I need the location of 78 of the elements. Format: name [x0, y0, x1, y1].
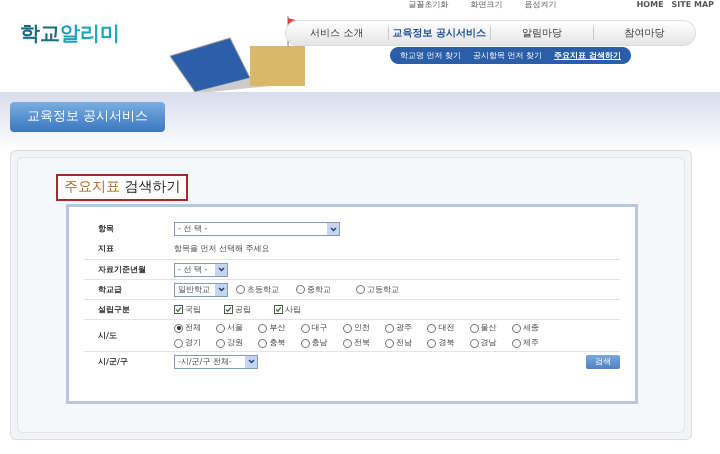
radio-button[interactable] [236, 285, 245, 294]
radio-label: 전체 [185, 322, 201, 334]
top-link[interactable]: SITE MAP [672, 0, 714, 10]
radio-button[interactable] [258, 338, 268, 348]
checkbox[interactable] [274, 305, 283, 314]
checkbox-label: 국립 [185, 304, 201, 316]
field-label: 항목 [97, 223, 115, 235]
radio-button[interactable] [216, 324, 226, 332]
radio-label: 강원 [227, 337, 244, 349]
radio-label: 인천 [354, 322, 370, 334]
field-label: 자료기준년월 [97, 264, 147, 276]
field-label: 지표 [97, 243, 115, 255]
radio-label: 전북 [354, 337, 370, 349]
radio-button[interactable] [216, 338, 226, 348]
radio-label: 울산 [480, 322, 497, 334]
checkbox-label: 공립 [235, 304, 251, 316]
nav-tab[interactable]: 서비스 소개 [286, 26, 388, 40]
field-label: 설립구분 [97, 304, 131, 316]
radio-label: 초등학교 [247, 284, 279, 296]
radio-label: 대전 [438, 322, 454, 334]
page-title: 주요지표 검색하기 [56, 174, 188, 201]
chevron-down-icon [218, 267, 224, 272]
radio-label: 충남 [312, 337, 328, 349]
radio-label: 경기 [185, 337, 201, 349]
dropdown[interactable]: -시/군/구 전체- [174, 354, 258, 368]
radio-button[interactable] [342, 324, 352, 332]
radio-button[interactable] [470, 338, 479, 348]
dropdown[interactable]: 일반학교 [174, 282, 228, 296]
radio-button[interactable] [296, 285, 305, 294]
radio-button[interactable] [300, 324, 310, 332]
checkbox-label: 사립 [285, 304, 301, 316]
sub-nav-link[interactable]: 주요지표 검색하기 [554, 50, 621, 62]
field-label: 시/도 [97, 330, 118, 342]
dropdown[interactable]: - 선 택 - [174, 222, 340, 236]
radio-label: 대구 [312, 322, 328, 334]
hint-text: 항목을 먼저 선택해 주세요 [174, 243, 270, 255]
radio-button[interactable] [385, 338, 394, 348]
utility-link[interactable]: 음성켜기 [524, 0, 557, 10]
checkbox[interactable] [224, 305, 233, 314]
field-label: 시/군/구 [97, 356, 129, 368]
top-link[interactable]: HOME [636, 0, 664, 10]
checkbox[interactable] [174, 305, 183, 314]
radio-button[interactable] [356, 285, 365, 294]
radio-button[interactable] [427, 324, 436, 332]
radio-button[interactable] [512, 324, 521, 332]
radio-button[interactable] [258, 324, 268, 332]
radio-label: 부산 [269, 322, 286, 334]
sub-nav-link[interactable]: 학교명 먼저 찾기 [400, 50, 462, 62]
radio-button[interactable] [300, 338, 310, 348]
field-label: 학교급 [97, 284, 123, 296]
site-logo[interactable]: 학교알리미 [20, 18, 120, 48]
radio-button[interactable] [342, 338, 352, 348]
radio-label: 전남 [396, 337, 412, 349]
sub-nav-link[interactable]: 공시항목 먼저 찾기 [473, 50, 542, 62]
radio-label: 세종 [522, 322, 539, 334]
radio-label: 광주 [396, 322, 412, 334]
nav-tab[interactable]: 교육정보 공시서비스 [388, 26, 490, 40]
chevron-down-icon [330, 226, 336, 232]
radio-button[interactable] [385, 324, 394, 332]
nav-tab[interactable]: 알림마당 [491, 26, 592, 40]
radio-button[interactable] [174, 324, 183, 332]
radio-label: 충북 [269, 337, 286, 349]
radio-button[interactable] [427, 338, 436, 348]
radio-label: 서울 [227, 322, 244, 334]
nav-tab[interactable]: 참여마당 [594, 26, 695, 40]
radio-label: 중학교 [307, 284, 331, 296]
radio-button[interactable] [512, 338, 521, 348]
utility-link[interactable]: 글꼴초기화 [408, 0, 449, 10]
utility-link[interactable]: 화면크기 [470, 0, 503, 10]
dropdown[interactable]: - 선 택 - [174, 262, 228, 276]
chevron-down-icon [248, 359, 254, 364]
radio-button[interactable] [470, 324, 479, 332]
radio-label: 고등학교 [367, 284, 399, 296]
chevron-down-icon [218, 287, 224, 292]
radio-button[interactable] [174, 338, 183, 348]
radio-label: 경남 [480, 337, 497, 349]
radio-label: 제주 [522, 337, 539, 349]
radio-label: 경북 [438, 337, 454, 349]
